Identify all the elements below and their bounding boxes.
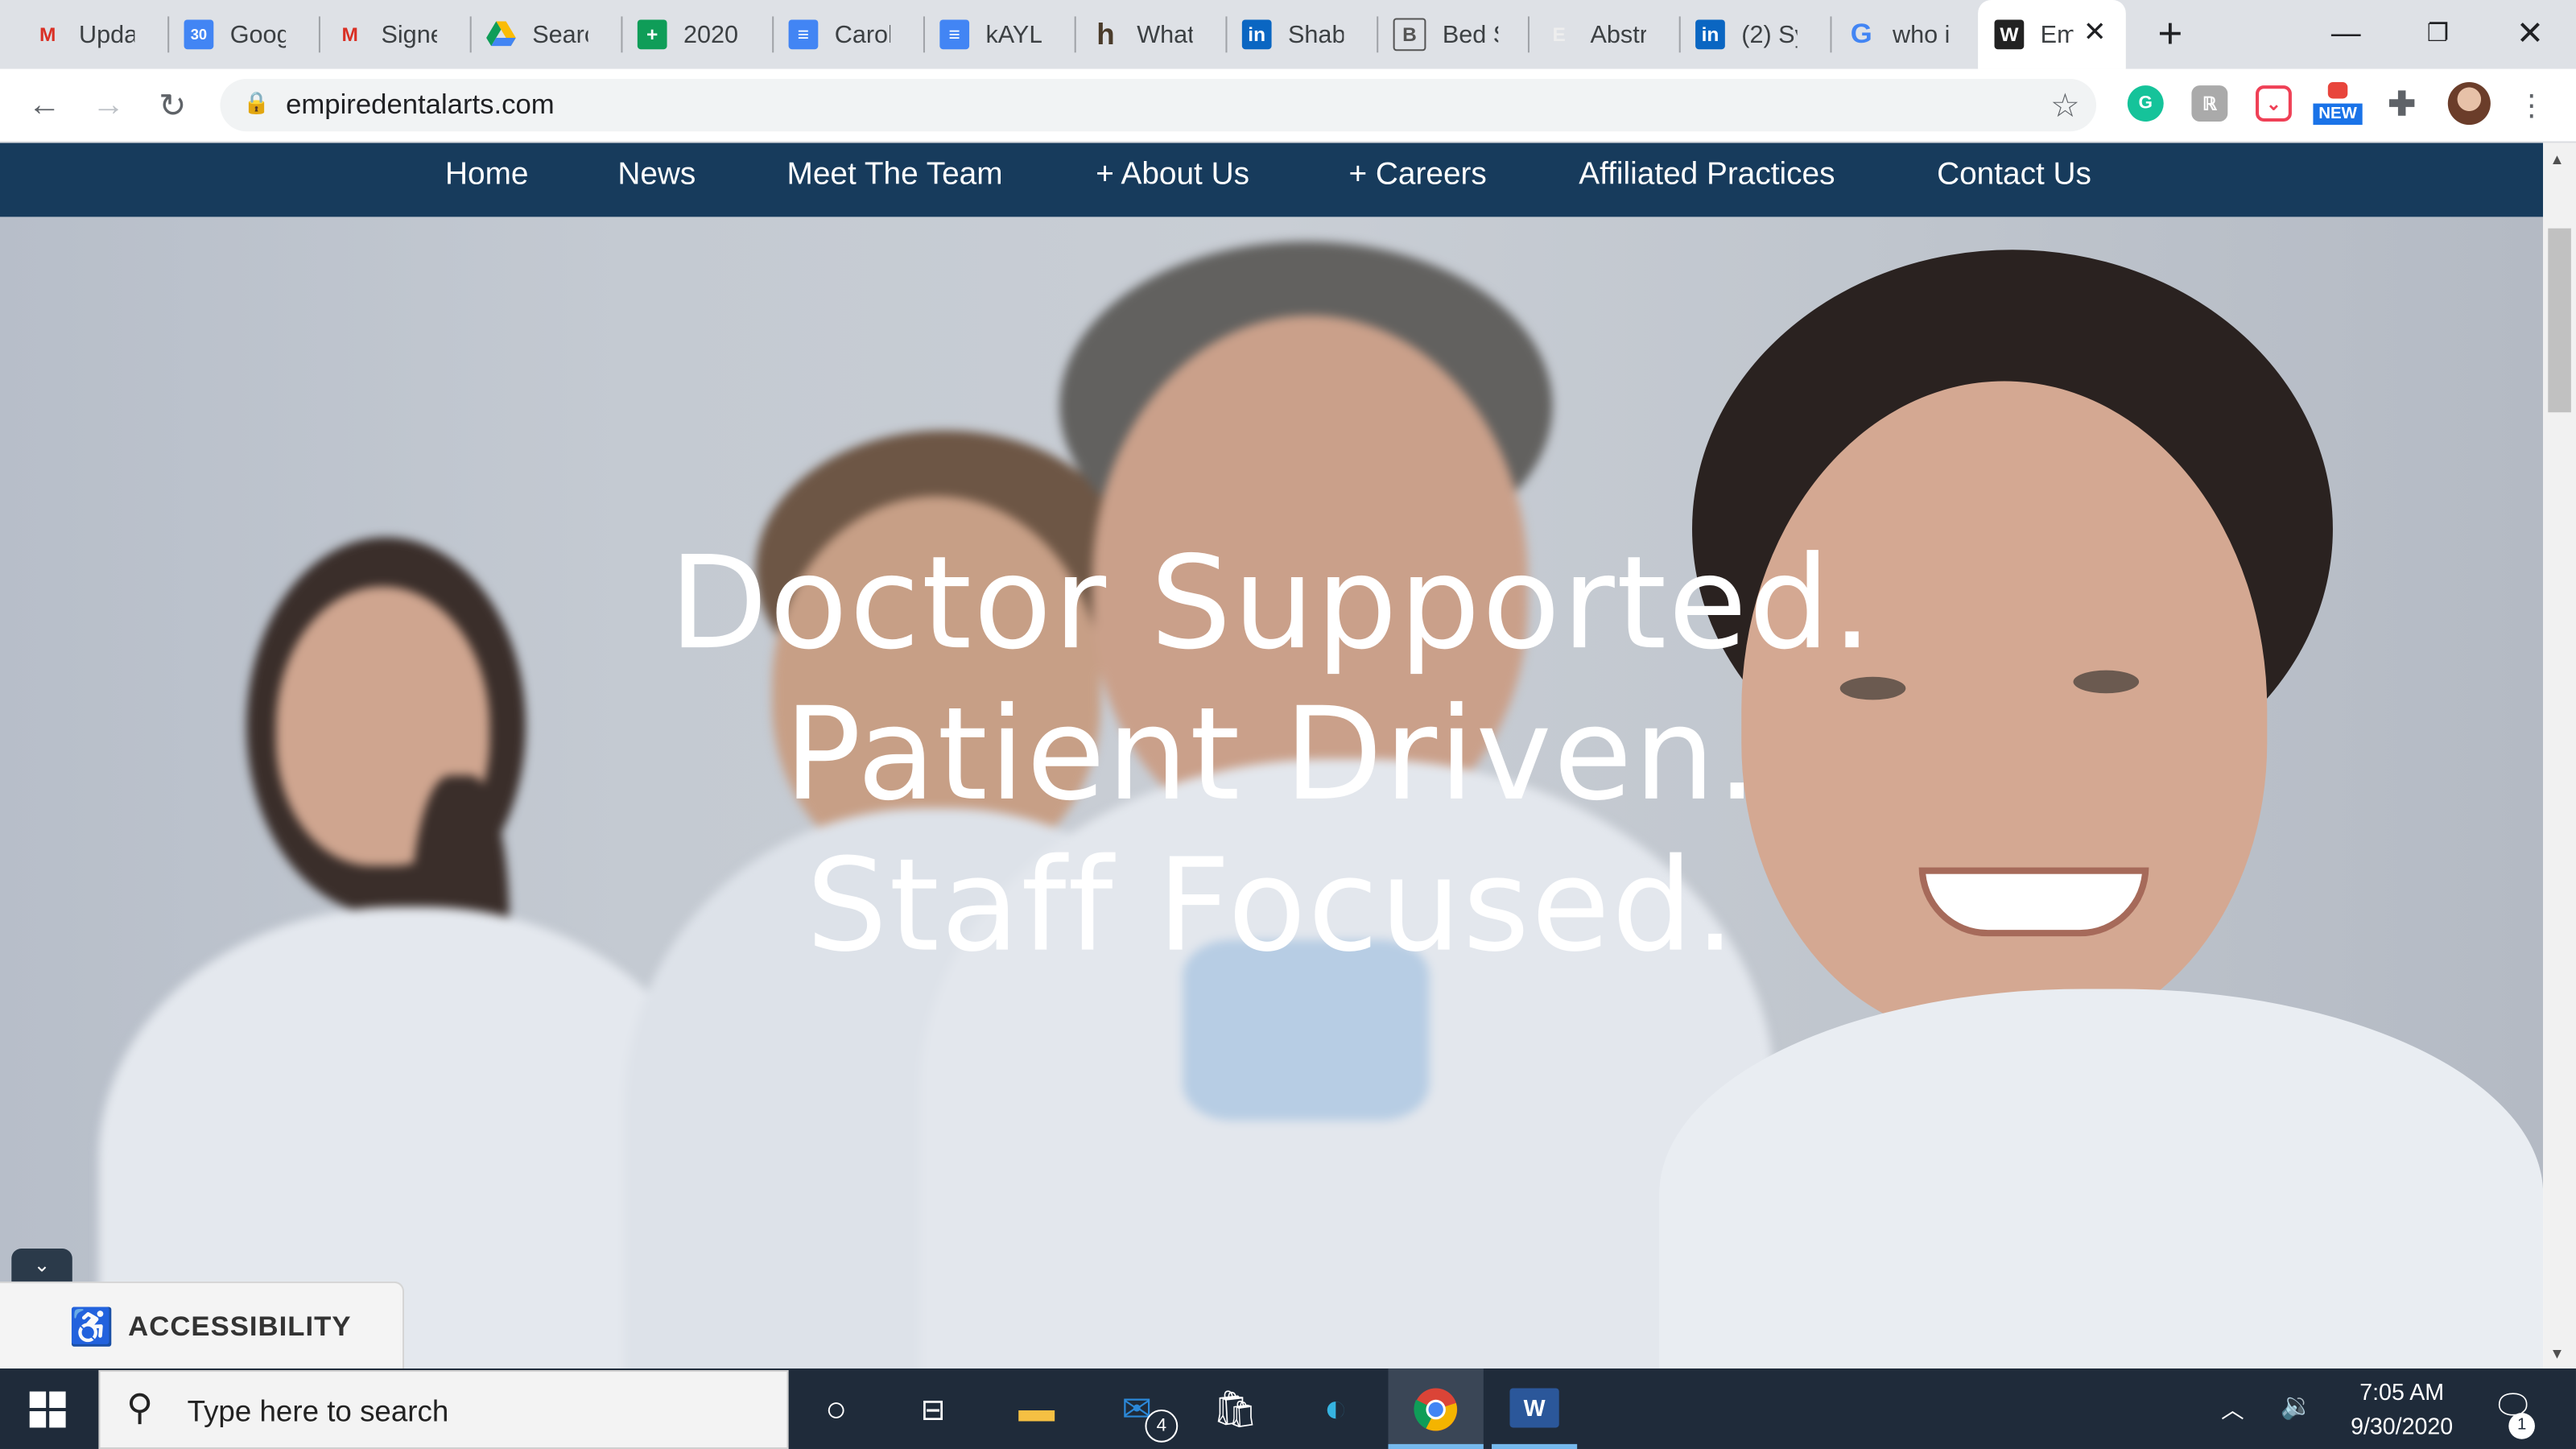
linkedin-icon: in bbox=[1695, 19, 1725, 50]
nav-careers[interactable]: + Careers bbox=[1348, 158, 1486, 194]
profile-avatar[interactable] bbox=[2447, 82, 2491, 126]
mail-badge: 4 bbox=[1145, 1410, 1179, 1443]
nav-news[interactable]: News bbox=[617, 158, 696, 194]
nav-affiliated-practices[interactable]: Affiliated Practices bbox=[1579, 158, 1835, 194]
volume-icon[interactable]: 🔉 bbox=[2281, 1390, 2314, 1423]
extension-icon[interactable]: ℝ bbox=[2191, 85, 2228, 122]
lock-icon: 🔒 bbox=[243, 90, 270, 115]
linkedin-icon: in bbox=[1241, 19, 1272, 50]
browser-tab[interactable]: BBed Sh bbox=[1360, 13, 1525, 56]
tab-strip: MUpdat 30Googl MSigned Search +2020 I ≡C… bbox=[0, 0, 2576, 69]
task-view-icon[interactable]: ⊟ bbox=[909, 1385, 958, 1434]
browser-tab[interactable]: inShabi bbox=[1209, 13, 1373, 56]
taskbar-search-box[interactable]: ⚲ Type here to search bbox=[98, 1370, 789, 1449]
docs-icon: ≡ bbox=[788, 19, 819, 50]
browser-tab-active[interactable]: WEm✕ bbox=[1978, 0, 2126, 69]
bookmark-star-icon[interactable]: ☆ bbox=[2050, 85, 2080, 126]
accessibility-button[interactable]: ♿ ACCESSIBILITY bbox=[0, 1281, 405, 1368]
clock-time: 7:05 AM bbox=[2359, 1378, 2445, 1405]
clock-date: 9/30/2020 bbox=[2351, 1413, 2454, 1439]
browser-tab[interactable]: Gwho is bbox=[1814, 13, 1978, 56]
chrome-icon[interactable] bbox=[1411, 1385, 1460, 1434]
browser-tab[interactable]: MSigned bbox=[303, 13, 467, 56]
page-scrollbar[interactable]: ▲ ▼ bbox=[2543, 142, 2576, 1368]
store-icon[interactable]: 🛍 bbox=[1211, 1385, 1260, 1434]
wheelchair-icon: ♿ bbox=[68, 1306, 114, 1348]
show-hidden-icons[interactable]: ︿ bbox=[2221, 1393, 2244, 1426]
nav-home[interactable]: Home bbox=[445, 158, 528, 194]
url-text: empiredentalarts.com bbox=[286, 89, 555, 120]
grammarly-icon[interactable]: G bbox=[2127, 85, 2164, 122]
scroll-thumb[interactable] bbox=[2548, 228, 2571, 413]
bedshop-icon: B bbox=[1393, 18, 1426, 52]
gmail-icon: M bbox=[39, 23, 56, 47]
search-icon: ⚲ bbox=[126, 1386, 154, 1428]
chrome-active-indicator bbox=[1388, 1443, 1484, 1449]
hero-headline: Doctor Supported. Patient Driven. Staff … bbox=[0, 529, 2543, 982]
new-badge-icon[interactable]: NEW bbox=[2313, 82, 2363, 129]
browser-tab[interactable]: hWhat i bbox=[1058, 13, 1222, 56]
minimize-button[interactable]: — bbox=[2300, 10, 2392, 56]
browser-tab[interactable]: +2020 I bbox=[605, 13, 769, 56]
tooth-icon: W bbox=[1994, 19, 2025, 50]
hero-banner: Doctor Supported. Patient Driven. Staff … bbox=[0, 217, 2544, 1368]
reload-button[interactable]: ↻ bbox=[150, 82, 196, 128]
search-placeholder: Type here to search bbox=[187, 1394, 449, 1428]
hero-line-1: Doctor Supported. bbox=[669, 530, 1875, 679]
scroll-up-arrow[interactable]: ▲ bbox=[2549, 151, 2564, 167]
browser-tab[interactable]: ≡kAYLE bbox=[907, 13, 1071, 56]
back-button[interactable]: ← bbox=[22, 82, 68, 128]
restore-button[interactable]: ❐ bbox=[2392, 10, 2483, 56]
accessibility-label: ACCESSIBILITY bbox=[128, 1311, 352, 1343]
browser-tab[interactable]: 30Googl bbox=[151, 13, 316, 56]
browser-tab[interactable]: MUpdat bbox=[0, 13, 164, 56]
pocket-icon[interactable]: ⌄ bbox=[2256, 85, 2292, 122]
blank-icon: E bbox=[1552, 23, 1566, 47]
docs-icon: ≡ bbox=[939, 19, 970, 50]
forward-button[interactable]: → bbox=[85, 82, 131, 128]
calendar-icon: 30 bbox=[184, 19, 214, 50]
browser-tab[interactable]: Search bbox=[453, 13, 617, 56]
windows-start-icon[interactable] bbox=[29, 1391, 66, 1428]
browser-tab[interactable]: ≡Carol S bbox=[756, 13, 920, 56]
puzzle-icon[interactable]: ✚ bbox=[2384, 85, 2420, 122]
new-tab-button[interactable]: + bbox=[2124, 7, 2216, 56]
hero-line-2: Patient Driven. bbox=[783, 681, 1760, 830]
nav-contact-us[interactable]: Contact Us bbox=[1937, 158, 2091, 194]
nav-meet-the-team[interactable]: Meet The Team bbox=[787, 158, 1003, 194]
gmail-icon: M bbox=[341, 23, 358, 47]
accessibility-collapse-button[interactable]: ⌄ bbox=[11, 1249, 72, 1282]
taskbar-clock[interactable]: 7:05 AM 9/30/2020 bbox=[2326, 1375, 2478, 1444]
word-active-indicator bbox=[1492, 1443, 1578, 1449]
word-icon[interactable]: W bbox=[1509, 1388, 1559, 1428]
menu-icon[interactable]: ⋮ bbox=[2508, 82, 2554, 128]
web-page: Doctor Supported. Patient Driven. Staff … bbox=[0, 142, 2544, 1368]
nav-about-us[interactable]: + About Us bbox=[1096, 158, 1249, 194]
hero-line-3: Staff Focused. bbox=[806, 832, 1737, 981]
google-icon: G bbox=[1850, 18, 1872, 50]
drive-icon bbox=[486, 19, 516, 49]
edge-icon[interactable]: ◐ bbox=[1311, 1385, 1360, 1434]
sheets-icon: + bbox=[637, 19, 667, 50]
houzz-icon: h bbox=[1096, 17, 1115, 51]
close-window-button[interactable]: ✕ bbox=[2484, 10, 2576, 56]
close-tab-icon[interactable]: ✕ bbox=[2083, 16, 2107, 49]
notification-badge: 1 bbox=[2508, 1413, 2535, 1439]
site-nav: Home News Meet The Team + About Us + Car… bbox=[0, 142, 2544, 217]
browser-toolbar: ← → ↻ 🔒 empiredentalarts.com ☆ G ℝ ⌄ NEW… bbox=[0, 68, 2576, 143]
browser-tab[interactable]: EAbstra bbox=[1512, 13, 1676, 56]
windows-taskbar: ⚲ Type here to search ○ ⊟ ▬ ✉ 4 🛍 ◐ W ︿ … bbox=[0, 1368, 2576, 1449]
scroll-down-arrow[interactable]: ▼ bbox=[2549, 1345, 2564, 1361]
file-explorer-icon[interactable]: ▬ bbox=[1012, 1385, 1061, 1434]
browser-tab[interactable]: in(2) Syn bbox=[1662, 13, 1827, 56]
cortana-icon[interactable]: ○ bbox=[811, 1385, 861, 1434]
address-bar[interactable]: 🔒 empiredentalarts.com ☆ bbox=[220, 78, 2097, 132]
